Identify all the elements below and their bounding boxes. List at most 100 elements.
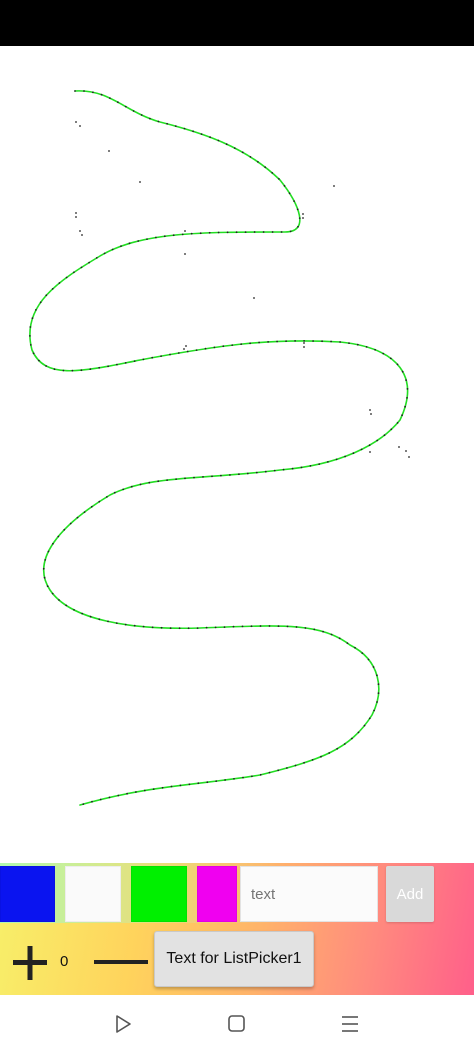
stroke-point <box>43 576 46 579</box>
stroke-point <box>65 276 68 279</box>
stray-point <box>303 346 305 348</box>
stroke-point <box>396 422 399 424</box>
stray-point <box>139 181 141 183</box>
stroke-point <box>53 368 56 371</box>
bottom-toolbar: Add 0 Text for ListPicker1 <box>0 863 474 995</box>
stroke-point <box>328 752 331 754</box>
stroke-point <box>273 469 276 472</box>
stroke-point <box>149 117 151 120</box>
nav-recents-button[interactable] <box>337 1011 363 1037</box>
stroke-point <box>29 326 32 328</box>
stroke-point <box>151 356 154 359</box>
stroke-point <box>183 127 186 130</box>
stroke-point <box>280 231 283 233</box>
stroke-point <box>170 785 173 788</box>
stroke-point <box>193 476 195 479</box>
stroke-point <box>160 626 163 629</box>
stroke-point <box>312 340 314 342</box>
drawing-surface[interactable] <box>0 46 474 863</box>
text-input[interactable] <box>240 866 378 922</box>
stray-point <box>184 253 186 255</box>
stroke-point <box>195 349 198 351</box>
stroke-point <box>135 791 137 793</box>
stroke-point <box>286 625 289 628</box>
swatch-blue[interactable] <box>0 866 55 922</box>
stroke-point <box>271 231 274 233</box>
system-navigation-bar <box>0 995 474 1053</box>
stroke-point <box>98 366 101 369</box>
stroke-point <box>255 471 258 474</box>
stroke-point <box>405 379 407 381</box>
stroke-point <box>42 567 45 570</box>
stroke-point <box>372 666 375 668</box>
stroke-point <box>235 231 238 234</box>
stroke-point <box>303 340 305 342</box>
stroke-point <box>297 225 299 228</box>
stroke-point <box>396 363 399 366</box>
swatch-magenta[interactable] <box>197 866 237 922</box>
stroke-point <box>117 794 120 797</box>
swatch-green[interactable] <box>131 866 187 922</box>
stroke-point <box>29 335 31 337</box>
stroke-point <box>160 355 163 357</box>
stroke-point <box>122 488 125 491</box>
stroke-point <box>283 185 286 187</box>
stray-point <box>81 234 83 236</box>
swatch-white[interactable] <box>65 866 121 922</box>
listpicker-button[interactable]: Text for ListPicker1 <box>154 931 314 987</box>
triangle-right-icon <box>116 1015 131 1033</box>
stroke-point <box>89 368 92 370</box>
add-button[interactable]: Add <box>386 866 434 922</box>
stray-point <box>405 450 407 452</box>
stroke-point <box>250 625 253 628</box>
stroke-point <box>233 147 236 150</box>
stroke-point <box>132 110 135 112</box>
stroke-point <box>157 480 160 483</box>
stroke-point <box>32 352 35 355</box>
increase-button[interactable] <box>12 945 48 981</box>
stroke-point <box>330 633 333 636</box>
stroke-point <box>51 592 54 595</box>
stroke-point <box>401 370 404 373</box>
stroke-point <box>172 234 175 237</box>
stroke-point <box>57 535 60 538</box>
stroke-point <box>406 388 409 390</box>
stroke-point <box>249 342 252 345</box>
stroke-point <box>259 625 262 627</box>
decrease-button[interactable] <box>94 953 148 971</box>
drawing-canvas[interactable] <box>0 46 474 863</box>
stroke-point <box>229 474 231 476</box>
stroke-point <box>373 709 375 712</box>
stroke-point <box>143 789 146 792</box>
stroke-point <box>108 796 111 799</box>
stroke-point <box>286 767 288 769</box>
stray-point <box>183 348 185 350</box>
stroke-point <box>73 609 75 611</box>
stroke-point <box>278 178 280 180</box>
stroke-point <box>300 466 303 469</box>
stroke-point <box>294 340 296 342</box>
stray-point <box>75 121 77 123</box>
stroke-point <box>199 232 202 235</box>
nav-back-button[interactable] <box>110 1011 136 1037</box>
stroke-point <box>47 550 50 553</box>
stroke-point <box>335 458 338 461</box>
stroke-point <box>357 731 360 734</box>
stroke-point <box>343 743 346 745</box>
stroke-point <box>339 341 341 343</box>
stroke-point <box>259 773 262 776</box>
stroke-point <box>116 363 118 366</box>
stroke-point <box>124 362 127 364</box>
stray-point <box>408 456 410 458</box>
stroke-point <box>202 476 204 478</box>
size-counter: 0 <box>60 953 69 970</box>
stroke-point <box>348 342 350 344</box>
stroke-point <box>200 133 203 136</box>
stroke-point <box>226 231 229 234</box>
stroke-point <box>103 252 106 255</box>
stroke-point <box>169 627 172 629</box>
nav-home-button[interactable] <box>224 1011 250 1037</box>
stroke-point <box>217 139 220 142</box>
stroke-point <box>177 352 180 354</box>
stroke-point <box>69 522 72 525</box>
